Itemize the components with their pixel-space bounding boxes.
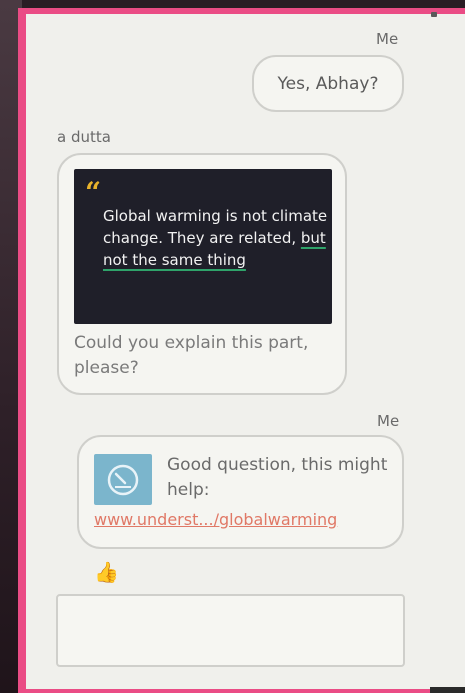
quote-image[interactable]: “ Global warming is not climate change. …: [74, 169, 332, 324]
message-input[interactable]: [56, 594, 405, 667]
message-bubble[interactable]: Good question, this might help: www.unde…: [77, 435, 404, 549]
message-text: Good question, this might help:: [167, 455, 388, 500]
message-text: Yes, Abhay?: [277, 73, 379, 94]
message-sender: Me: [376, 30, 399, 48]
message-sender: Me: [377, 412, 400, 430]
gauge-icon[interactable]: [94, 454, 152, 505]
taskbar-edge: [430, 687, 465, 693]
message-bubble[interactable]: “ Global warming is not climate change. …: [57, 153, 347, 395]
message-bubble[interactable]: Yes, Abhay?: [252, 55, 404, 112]
window-handle: [431, 12, 437, 17]
quote-text: Global warming is not climate change. Th…: [103, 207, 328, 269]
shared-link[interactable]: www.underst.../globalwarming: [94, 510, 394, 529]
message-sender: a dutta: [57, 128, 111, 146]
message-text: Could you explain this part, please?: [74, 333, 309, 378]
thumbs-up-icon[interactable]: 👍: [94, 560, 119, 584]
quote-mark-icon: “: [85, 176, 102, 209]
